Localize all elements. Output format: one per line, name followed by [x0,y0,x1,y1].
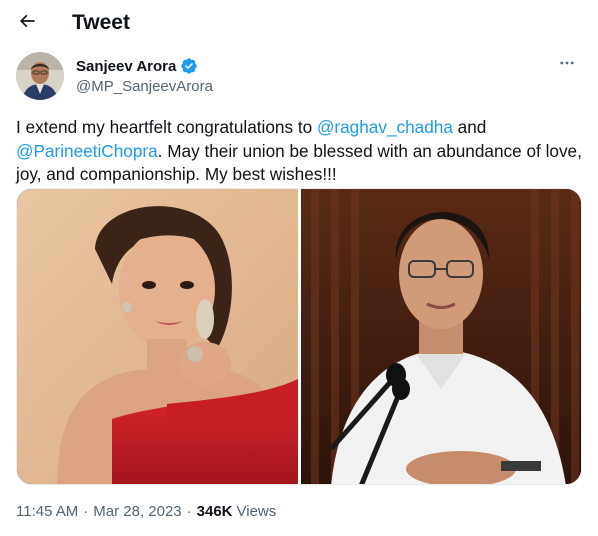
page-title: Tweet [72,11,130,34]
tweet-text-part: and [452,117,487,137]
author-handle[interactable]: @MP_SanjeevArora [76,78,213,95]
arrow-left-icon [17,11,37,36]
tweet-author: Sanjeev Arora @MP_SanjeevArora [16,52,582,102]
media-image-right[interactable] [301,189,581,484]
verified-badge-icon [180,57,198,75]
tweet-meta: 11:45 AM · Mar 28, 2023 · 346K Views [16,503,276,520]
avatar[interactable] [16,52,64,100]
tweet-time[interactable]: 11:45 AM [16,503,78,520]
meta-separator: · [186,503,192,520]
tweet-date[interactable]: Mar 28, 2023 [93,503,181,520]
author-name[interactable]: Sanjeev Arora [76,58,176,75]
mention-link[interactable]: @raghav_chadha [317,117,453,137]
views-count: 346K [196,503,233,520]
tweet-media[interactable] [16,188,582,485]
tweet-header: Tweet [0,0,598,48]
tweet-text-part: I extend my heartfelt congratulations to [16,117,317,137]
views-label: Views [236,503,277,520]
meta-separator: · [83,503,89,520]
back-button[interactable] [10,6,44,40]
author-name-row: Sanjeev Arora [76,57,198,75]
media-image-left[interactable] [17,189,298,484]
more-horizontal-icon [558,54,576,77]
mention-link[interactable]: @ParineetiChopra [16,141,158,161]
tweet-text: I extend my heartfelt congratulations to… [16,116,582,187]
more-button[interactable] [552,52,582,78]
